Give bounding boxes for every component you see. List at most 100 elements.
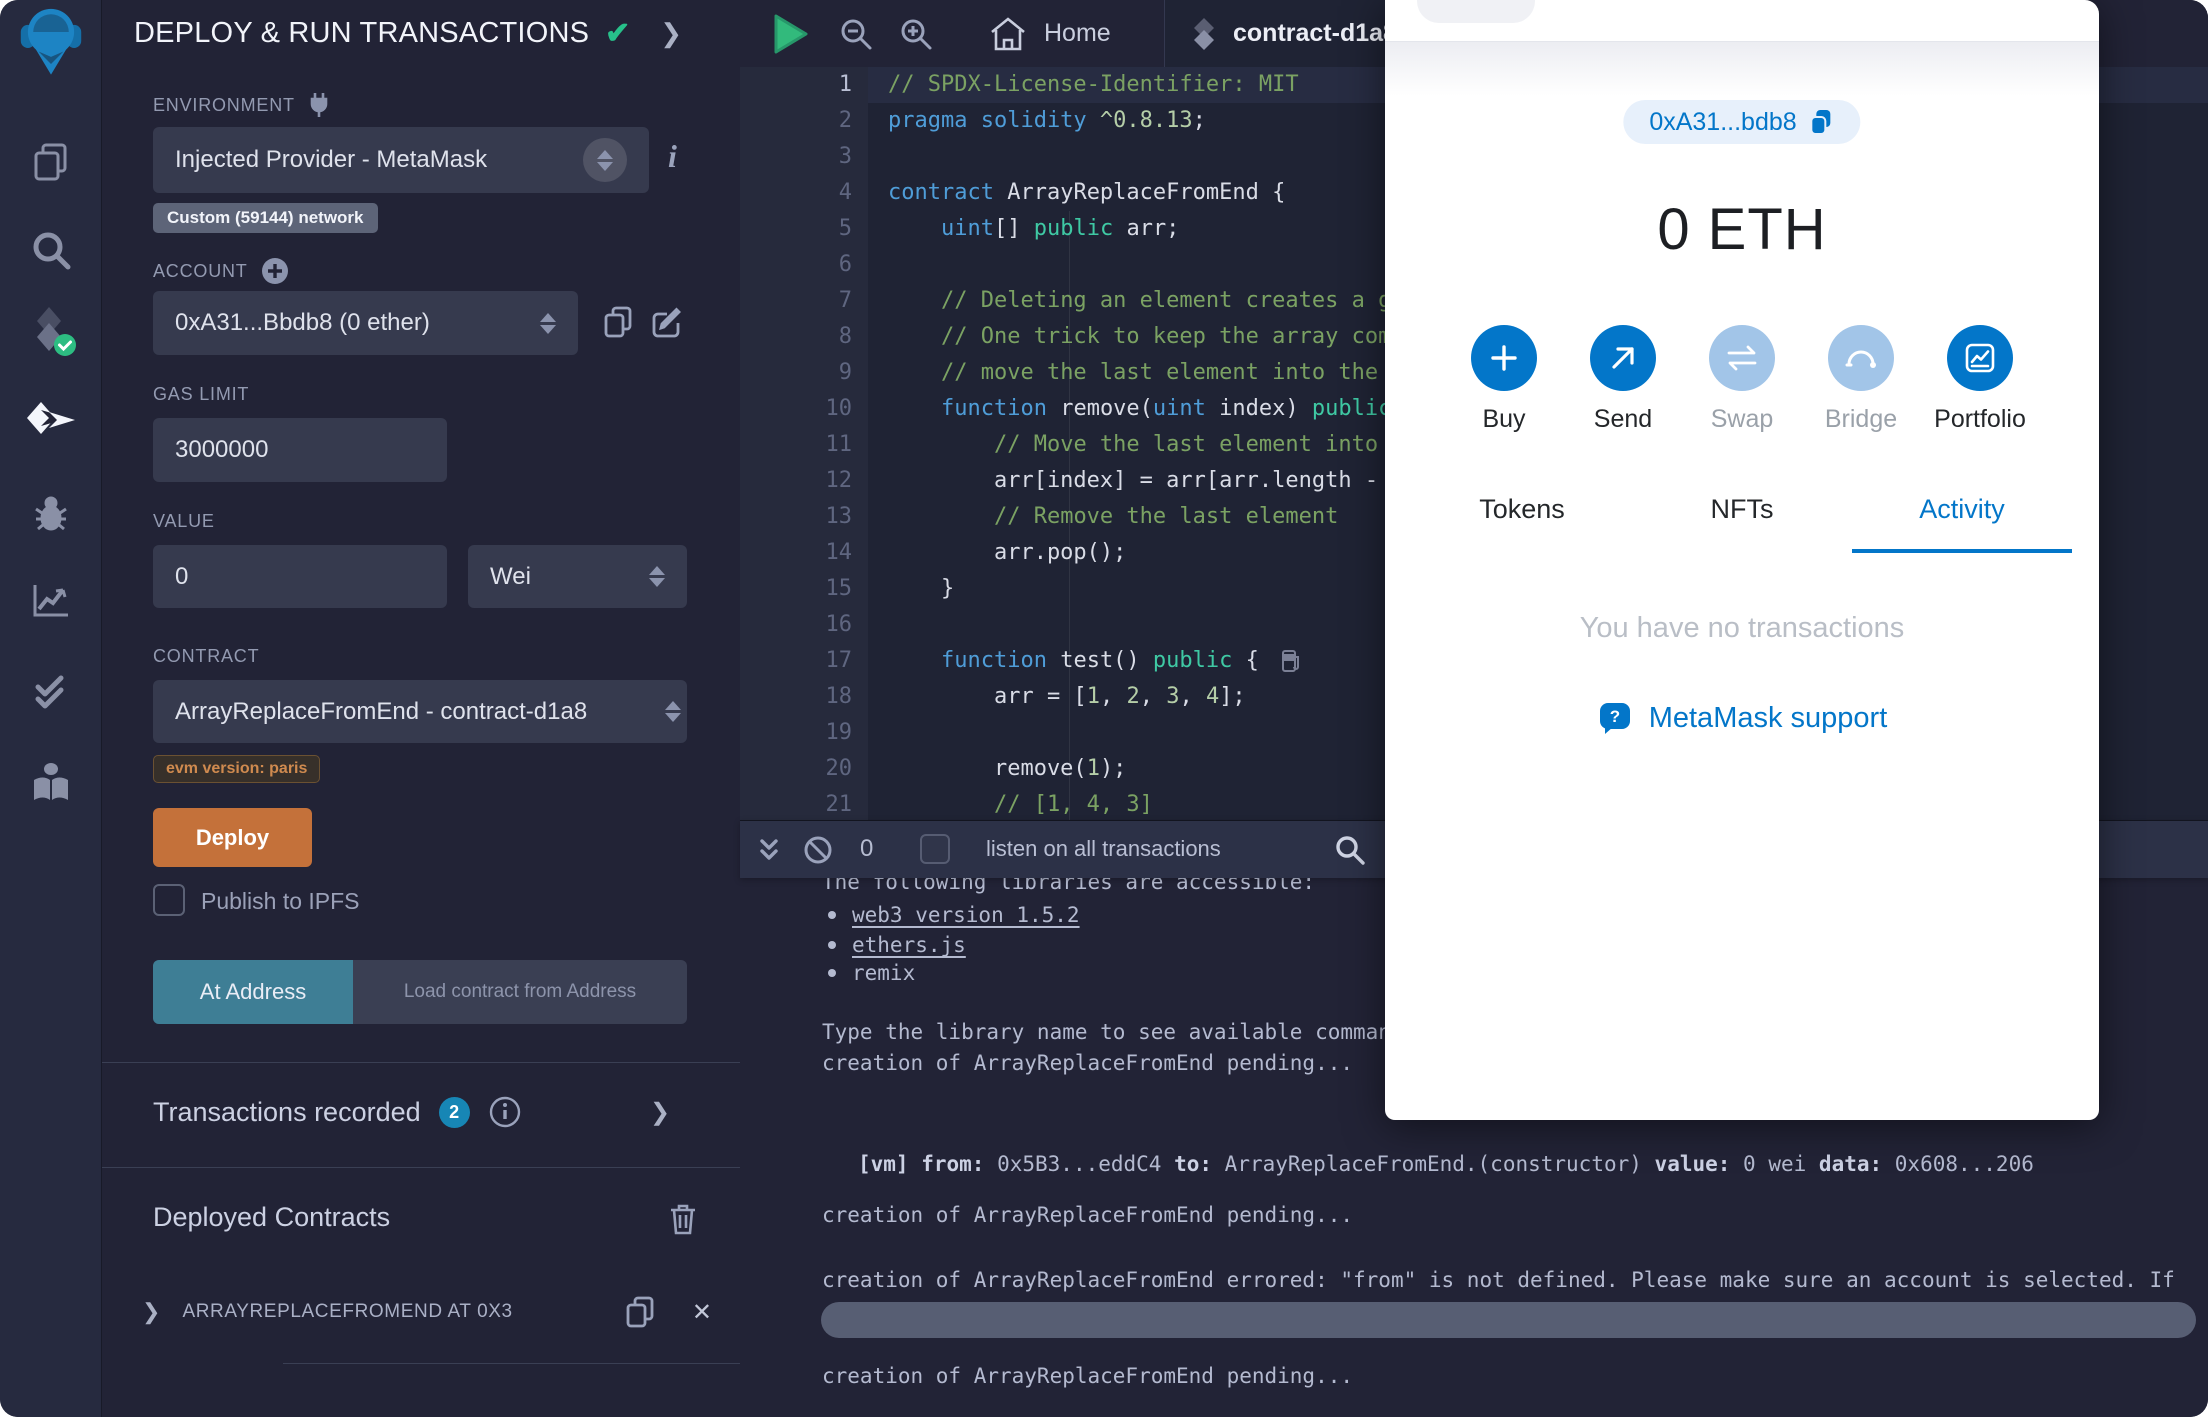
deployed-contract-row[interactable]: ❯ ARRAYREPLACEFROMEND AT 0X3 ✕ (142, 1288, 712, 1336)
at-address-button[interactable]: At Address (153, 960, 353, 1024)
zoom-in-icon[interactable] (898, 16, 934, 52)
tab-home-label: Home (1044, 19, 1111, 47)
clear-deployed-trash-icon[interactable] (668, 1202, 698, 1236)
library-link[interactable]: web3 version 1.5.2 (852, 903, 1080, 927)
token: uint (940, 216, 994, 241)
environment-select[interactable]: Injected Provider - MetaMask (153, 127, 649, 193)
run-script-play-icon[interactable] (770, 12, 810, 56)
value-unit-select[interactable]: Wei (468, 545, 687, 608)
solidity-compiler-icon[interactable] (19, 299, 83, 363)
sign-message-icon[interactable] (650, 305, 684, 339)
support-label: MetaMask support (1648, 701, 1888, 734)
token: 1 (1086, 684, 1100, 709)
log-segment: value: (1654, 1152, 1731, 1176)
copy-account-icon[interactable] (602, 305, 634, 339)
at-address-input[interactable]: Load contract from Address (353, 960, 687, 1024)
line-number: 12 (825, 468, 853, 493)
token: ]; (1219, 684, 1246, 709)
solidity-unit-testing-icon[interactable] (19, 658, 83, 722)
portfolio-button[interactable]: Portfolio (1934, 325, 2026, 434)
deploy-button[interactable]: Deploy (153, 808, 312, 867)
zoom-out-icon[interactable] (838, 16, 874, 52)
remove-contract-icon[interactable]: ✕ (692, 1298, 712, 1327)
panel-collapse-chevron-icon[interactable]: ❯ (660, 18, 682, 49)
mm-send-icon (1590, 325, 1656, 391)
gas-limit-input[interactable]: 3000000 (153, 418, 447, 482)
learneth-icon[interactable] (19, 751, 83, 815)
account-select[interactable]: 0xA31...Bbdb8 (0 ether) (153, 291, 578, 355)
divider (283, 1363, 740, 1364)
log-segment: 0x5B3...eddC4 (984, 1152, 1175, 1176)
log-segment: 0x608...206 (1882, 1152, 2034, 1176)
token: public (1033, 216, 1114, 241)
bullet-icon (828, 941, 836, 949)
action-label: Buy (1482, 405, 1526, 433)
terminal-horizontal-scrollbar[interactable] (821, 1302, 2196, 1338)
environment-value: Injected Provider - MetaMask (175, 146, 488, 173)
mm-bridge-icon (1828, 325, 1894, 391)
log-segment: [vm] (858, 1152, 922, 1176)
debugger-icon[interactable] (19, 482, 83, 546)
library-link[interactable]: ethers.js (852, 933, 966, 957)
token: arr = [ (888, 684, 1087, 709)
terminal-vm-log-line[interactable]: [vm] from: 0x5B3...eddC4 to: ArrayReplac… (858, 1150, 2208, 1178)
environment-info-icon[interactable]: i (668, 138, 677, 175)
collapse-terminal-icon[interactable] (754, 835, 784, 865)
transactions-expand-chevron-icon[interactable]: ❯ (650, 1098, 670, 1127)
transactions-recorded-row[interactable]: Transactions recorded 2 (153, 1095, 522, 1129)
action-buttons-row: Buy Send Swap Bridge Portfolio (1385, 325, 2099, 434)
eth-balance: 0 ETH (1657, 197, 1827, 262)
mm-swap-icon (1709, 325, 1775, 391)
solidity-analyzers-icon[interactable] (19, 568, 83, 632)
token: test() (1060, 648, 1153, 673)
token: , (1179, 684, 1206, 709)
info-icon[interactable] (488, 1095, 522, 1129)
tab-tokens[interactable]: Tokens (1412, 494, 1632, 553)
page-title: DEPLOY & RUN TRANSACTIONS (134, 17, 590, 49)
token: ^0.8.13 (1099, 108, 1193, 133)
action-label: Portfolio (1934, 405, 2026, 433)
chevron-updown-icon (583, 138, 627, 182)
token: { (1232, 648, 1259, 673)
file-explorer-icon[interactable] (19, 131, 83, 195)
swap-button[interactable]: Swap (1709, 325, 1775, 434)
bridge-button[interactable]: Bridge (1825, 325, 1897, 434)
send-button[interactable]: Send (1590, 325, 1656, 434)
terminal-log-line: creation of ArrayReplaceFromEnd pending.… (822, 1364, 1354, 1388)
truncated-header-button[interactable] (1417, 0, 1535, 23)
publish-ipfs-checkbox[interactable] (153, 884, 185, 916)
solidity-file-icon (1191, 17, 1217, 51)
listen-transactions-checkbox[interactable] (920, 834, 950, 864)
tab-nfts[interactable]: NFTs (1632, 494, 1852, 553)
transactions-recorded-title: Transactions recorded (153, 1096, 421, 1127)
value-input[interactable]: 0 (153, 545, 447, 608)
terminal-search-icon[interactable] (1334, 834, 1366, 866)
clear-console-icon[interactable] (802, 834, 834, 866)
tab-activity[interactable]: Activity (1852, 494, 2072, 553)
deploy-run-panel: DEPLOY & RUN TRANSACTIONS ✔ ❯ ENVIRONMEN… (102, 0, 741, 1417)
contract-value: ArrayReplaceFromEnd - contract-d1a8 (175, 697, 588, 725)
token: contract (888, 180, 1008, 205)
buy-button[interactable]: Buy (1471, 325, 1537, 434)
line-number: 10 (825, 396, 853, 421)
token: arr.pop(); (888, 540, 1127, 565)
token: remove( (888, 756, 1087, 781)
token: ); (1099, 756, 1127, 781)
expand-chevron-icon[interactable]: ❯ (142, 1299, 160, 1325)
value-value: 0 (175, 562, 189, 590)
contract-select[interactable]: ArrayReplaceFromEnd - contract-d1a8 (153, 680, 687, 743)
deploy-and-run-icon[interactable] (19, 390, 83, 454)
add-account-icon[interactable] (260, 256, 290, 286)
gas-estimate-icon[interactable] (1259, 643, 1301, 679)
tab-home[interactable]: Home (962, 0, 1137, 67)
line-number: 14 (825, 540, 853, 565)
account-address-pill[interactable]: 0xA31...bdb8 (1623, 100, 1861, 144)
search-icon[interactable] (19, 218, 83, 282)
metamask-support-link[interactable]: ? MetaMask support (1385, 700, 2099, 736)
copy-address-icon[interactable] (624, 1295, 656, 1329)
copy-address-icon (1809, 108, 1835, 136)
line-number: 9 (838, 360, 852, 385)
